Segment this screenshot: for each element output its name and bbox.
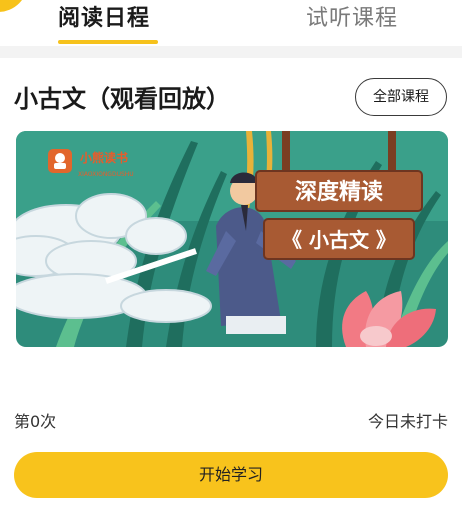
tab-bar: 阅读日程 试听课程 [0,0,462,46]
active-tab-indicator [58,40,158,44]
start-learning-button[interactable]: 开始学习 [14,452,448,498]
banner-logo-text: 小熊读书 [80,150,128,165]
tab-reading-schedule[interactable]: 阅读日程 [58,4,150,34]
banner-logo-subtext: XIAOXIONGDUSHU [78,171,134,178]
study-count: 第0次 [14,412,57,431]
section-divider [0,46,462,58]
all-courses-button[interactable]: 全部课程 [355,78,447,116]
checkin-status: 今日未打卡 [367,412,448,431]
corner-decoration [0,0,28,12]
course-card: 小古文（观看回放） 全部课程 小熊读书 XIAOXIONGDUSHU 深度精读 … [0,58,462,519]
tab-trial-courses[interactable]: 试听课程 [306,4,398,34]
course-title: 小古文（观看回放） [14,85,230,113]
banner-sign-title: 深度精读 [295,179,383,205]
banner-sign-subtitle: 《 小古文 》 [282,228,396,252]
course-banner-image[interactable]: 小熊读书 XIAOXIONGDUSHU 深度精读 《 小古文 》 [16,131,448,347]
